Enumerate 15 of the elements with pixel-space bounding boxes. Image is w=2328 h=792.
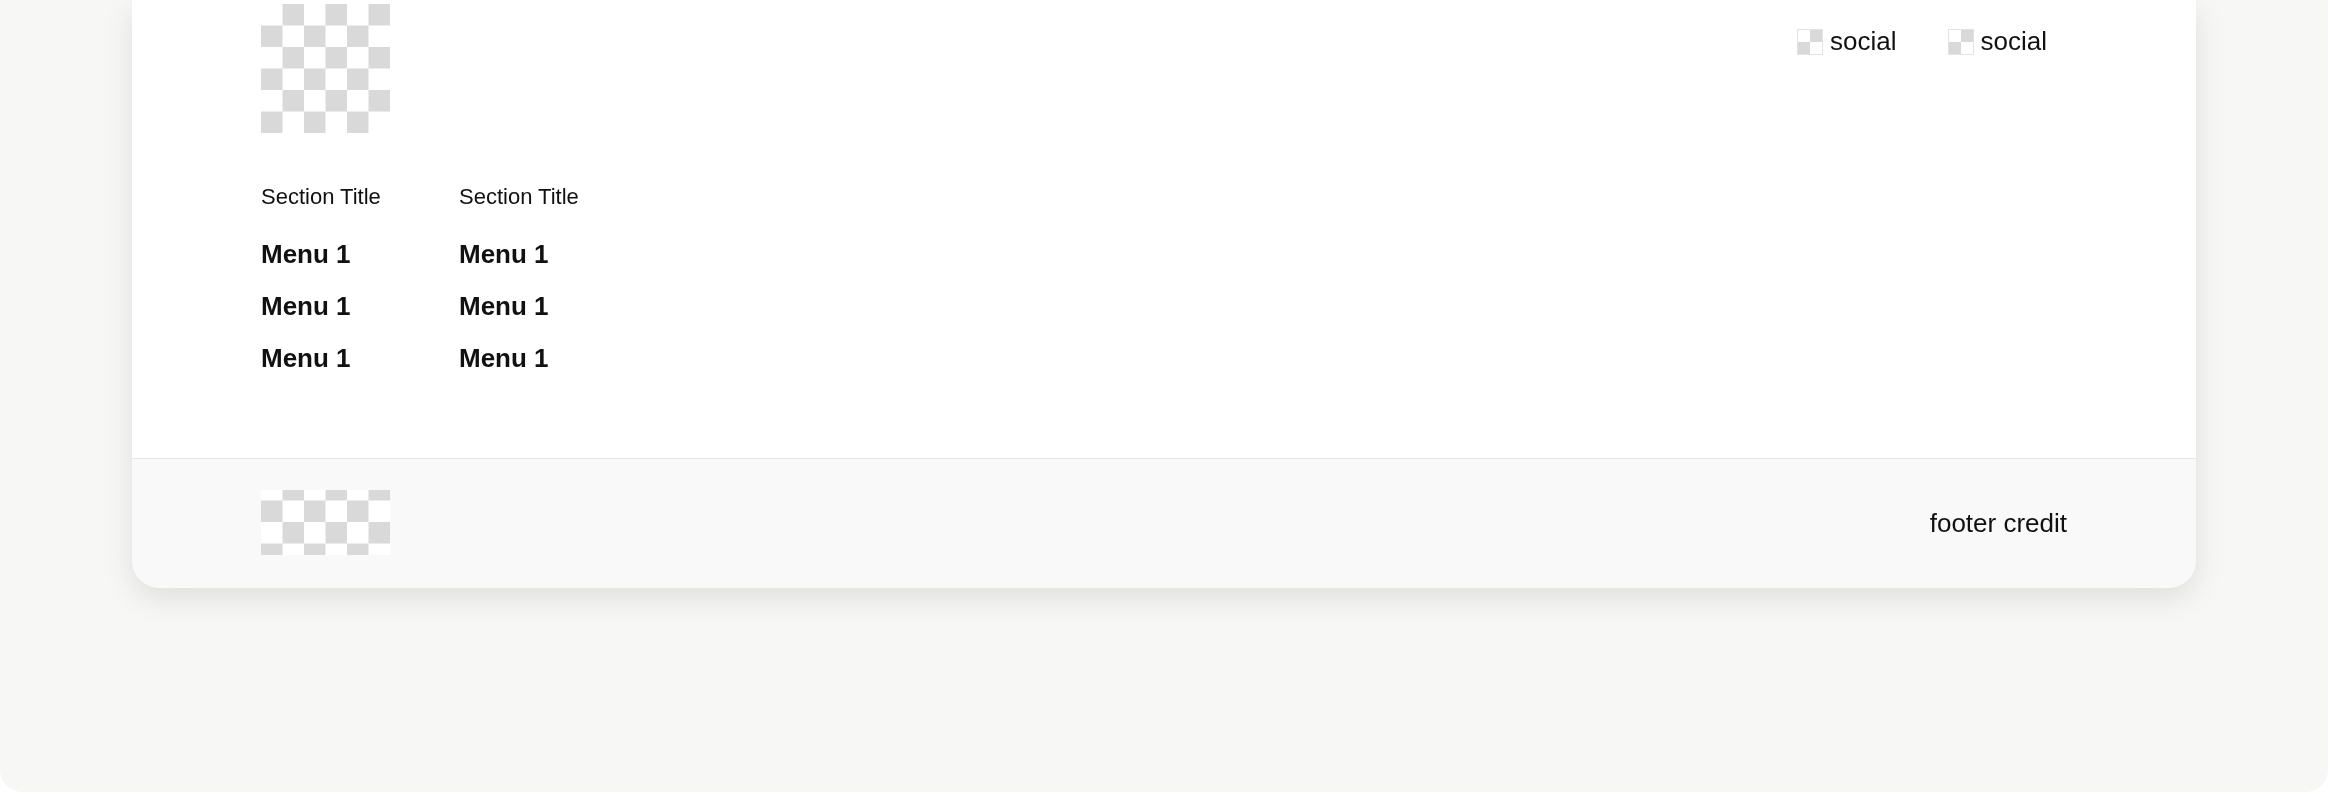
menu-link[interactable]: Menu 1 [459,239,591,269]
menu-link[interactable]: Menu 1 [459,291,591,321]
menu-link[interactable]: Menu 1 [261,239,393,269]
section-title: Section Title [261,184,382,210]
checkerboard-icon [1948,29,1973,54]
section-title: Section Title [459,184,580,210]
footer-credit: footer credit [1929,508,2067,539]
menu-link[interactable]: Menu 1 [261,343,393,373]
menu-link[interactable]: Menu 1 [459,343,591,373]
checkerboard-logo-icon [261,4,390,133]
social-link[interactable]: social [1798,26,1897,57]
checkerboard-icon [1798,29,1823,54]
checkerboard-logo-icon [261,490,390,555]
menu-link[interactable]: Menu 1 [261,291,393,321]
social-link[interactable]: social [1948,26,2047,57]
